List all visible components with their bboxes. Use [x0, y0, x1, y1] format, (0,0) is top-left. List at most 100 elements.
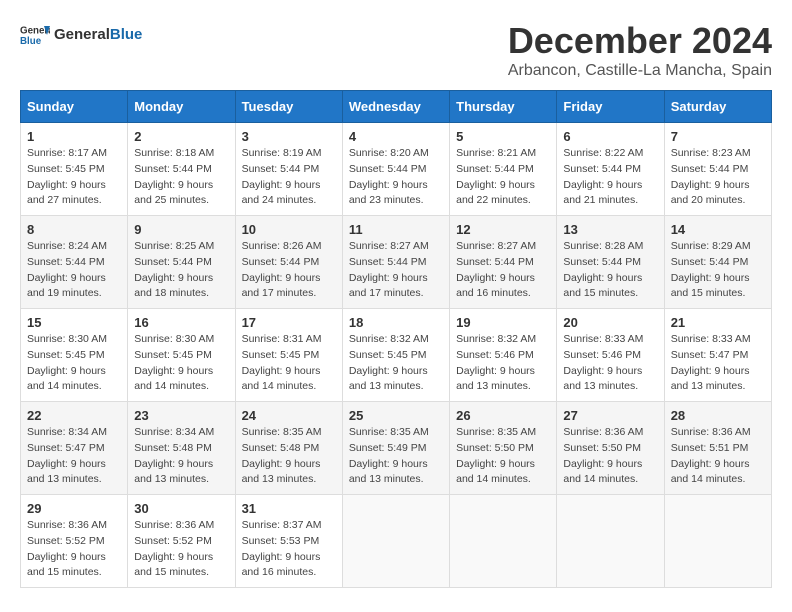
day-number: 26: [456, 408, 550, 423]
calendar-cell: 13 Sunrise: 8:28 AM Sunset: 5:44 PM Dayl…: [557, 216, 664, 309]
day-number: 20: [563, 315, 657, 330]
day-info: Sunrise: 8:34 AM Sunset: 5:47 PM Dayligh…: [27, 425, 121, 488]
day-number: 3: [242, 129, 336, 144]
day-info: Sunrise: 8:36 AM Sunset: 5:52 PM Dayligh…: [134, 518, 228, 581]
day-info: Sunrise: 8:36 AM Sunset: 5:50 PM Dayligh…: [563, 425, 657, 488]
calendar-cell: 24 Sunrise: 8:35 AM Sunset: 5:48 PM Dayl…: [235, 402, 342, 495]
calendar-cell: [664, 495, 771, 588]
day-number: 19: [456, 315, 550, 330]
day-number: 16: [134, 315, 228, 330]
day-info: Sunrise: 8:17 AM Sunset: 5:45 PM Dayligh…: [27, 146, 121, 209]
week-row-3: 15 Sunrise: 8:30 AM Sunset: 5:45 PM Dayl…: [21, 309, 772, 402]
svg-text:Blue: Blue: [20, 36, 42, 47]
calendar-cell: [342, 495, 449, 588]
day-number: 24: [242, 408, 336, 423]
day-info: Sunrise: 8:34 AM Sunset: 5:48 PM Dayligh…: [134, 425, 228, 488]
calendar-cell: 9 Sunrise: 8:25 AM Sunset: 5:44 PM Dayli…: [128, 216, 235, 309]
logo-general: General: [54, 26, 110, 43]
day-info: Sunrise: 8:29 AM Sunset: 5:44 PM Dayligh…: [671, 239, 765, 302]
day-number: 7: [671, 129, 765, 144]
day-info: Sunrise: 8:33 AM Sunset: 5:46 PM Dayligh…: [563, 332, 657, 395]
day-info: Sunrise: 8:19 AM Sunset: 5:44 PM Dayligh…: [242, 146, 336, 209]
day-info: Sunrise: 8:26 AM Sunset: 5:44 PM Dayligh…: [242, 239, 336, 302]
logo-blue: Blue: [110, 26, 143, 43]
weekday-header-thursday: Thursday: [450, 91, 557, 123]
calendar-cell: 12 Sunrise: 8:27 AM Sunset: 5:44 PM Dayl…: [450, 216, 557, 309]
day-number: 11: [349, 222, 443, 237]
day-number: 21: [671, 315, 765, 330]
day-number: 9: [134, 222, 228, 237]
calendar-cell: 6 Sunrise: 8:22 AM Sunset: 5:44 PM Dayli…: [557, 123, 664, 216]
weekday-header-saturday: Saturday: [664, 91, 771, 123]
calendar-cell: [557, 495, 664, 588]
day-info: Sunrise: 8:30 AM Sunset: 5:45 PM Dayligh…: [134, 332, 228, 395]
day-number: 5: [456, 129, 550, 144]
title-section: December 2024 Arbancon, Castille-La Manc…: [508, 20, 772, 80]
day-info: Sunrise: 8:35 AM Sunset: 5:49 PM Dayligh…: [349, 425, 443, 488]
day-info: Sunrise: 8:28 AM Sunset: 5:44 PM Dayligh…: [563, 239, 657, 302]
logo-icon: General Blue: [20, 20, 50, 50]
calendar-cell: 10 Sunrise: 8:26 AM Sunset: 5:44 PM Dayl…: [235, 216, 342, 309]
calendar-cell: [450, 495, 557, 588]
day-number: 12: [456, 222, 550, 237]
calendar-table: SundayMondayTuesdayWednesdayThursdayFrid…: [20, 90, 772, 588]
calendar-cell: 14 Sunrise: 8:29 AM Sunset: 5:44 PM Dayl…: [664, 216, 771, 309]
day-number: 22: [27, 408, 121, 423]
calendar-cell: 3 Sunrise: 8:19 AM Sunset: 5:44 PM Dayli…: [235, 123, 342, 216]
day-number: 27: [563, 408, 657, 423]
calendar-cell: 11 Sunrise: 8:27 AM Sunset: 5:44 PM Dayl…: [342, 216, 449, 309]
calendar-cell: 18 Sunrise: 8:32 AM Sunset: 5:45 PM Dayl…: [342, 309, 449, 402]
page-header: General Blue GeneralBlue December 2024 A…: [20, 20, 772, 80]
day-number: 31: [242, 501, 336, 516]
calendar-cell: 25 Sunrise: 8:35 AM Sunset: 5:49 PM Dayl…: [342, 402, 449, 495]
weekday-header-row: SundayMondayTuesdayWednesdayThursdayFrid…: [21, 91, 772, 123]
day-number: 6: [563, 129, 657, 144]
calendar-cell: 4 Sunrise: 8:20 AM Sunset: 5:44 PM Dayli…: [342, 123, 449, 216]
calendar-cell: 15 Sunrise: 8:30 AM Sunset: 5:45 PM Dayl…: [21, 309, 128, 402]
day-number: 23: [134, 408, 228, 423]
calendar-subtitle: Arbancon, Castille-La Mancha, Spain: [508, 62, 772, 80]
calendar-cell: 8 Sunrise: 8:24 AM Sunset: 5:44 PM Dayli…: [21, 216, 128, 309]
calendar-cell: 31 Sunrise: 8:37 AM Sunset: 5:53 PM Dayl…: [235, 495, 342, 588]
day-info: Sunrise: 8:20 AM Sunset: 5:44 PM Dayligh…: [349, 146, 443, 209]
day-number: 30: [134, 501, 228, 516]
calendar-cell: 30 Sunrise: 8:36 AM Sunset: 5:52 PM Dayl…: [128, 495, 235, 588]
week-row-5: 29 Sunrise: 8:36 AM Sunset: 5:52 PM Dayl…: [21, 495, 772, 588]
calendar-cell: 17 Sunrise: 8:31 AM Sunset: 5:45 PM Dayl…: [235, 309, 342, 402]
day-info: Sunrise: 8:27 AM Sunset: 5:44 PM Dayligh…: [349, 239, 443, 302]
weekday-header-friday: Friday: [557, 91, 664, 123]
calendar-cell: 20 Sunrise: 8:33 AM Sunset: 5:46 PM Dayl…: [557, 309, 664, 402]
day-info: Sunrise: 8:36 AM Sunset: 5:52 PM Dayligh…: [27, 518, 121, 581]
day-number: 29: [27, 501, 121, 516]
weekday-header-monday: Monday: [128, 91, 235, 123]
day-info: Sunrise: 8:21 AM Sunset: 5:44 PM Dayligh…: [456, 146, 550, 209]
calendar-cell: 19 Sunrise: 8:32 AM Sunset: 5:46 PM Dayl…: [450, 309, 557, 402]
calendar-cell: 23 Sunrise: 8:34 AM Sunset: 5:48 PM Dayl…: [128, 402, 235, 495]
day-number: 8: [27, 222, 121, 237]
day-number: 18: [349, 315, 443, 330]
calendar-cell: 1 Sunrise: 8:17 AM Sunset: 5:45 PM Dayli…: [21, 123, 128, 216]
day-info: Sunrise: 8:35 AM Sunset: 5:50 PM Dayligh…: [456, 425, 550, 488]
day-number: 28: [671, 408, 765, 423]
weekday-header-sunday: Sunday: [21, 91, 128, 123]
day-info: Sunrise: 8:25 AM Sunset: 5:44 PM Dayligh…: [134, 239, 228, 302]
day-info: Sunrise: 8:31 AM Sunset: 5:45 PM Dayligh…: [242, 332, 336, 395]
calendar-cell: 26 Sunrise: 8:35 AM Sunset: 5:50 PM Dayl…: [450, 402, 557, 495]
day-number: 10: [242, 222, 336, 237]
day-info: Sunrise: 8:30 AM Sunset: 5:45 PM Dayligh…: [27, 332, 121, 395]
calendar-cell: 5 Sunrise: 8:21 AM Sunset: 5:44 PM Dayli…: [450, 123, 557, 216]
day-info: Sunrise: 8:32 AM Sunset: 5:45 PM Dayligh…: [349, 332, 443, 395]
calendar-cell: 16 Sunrise: 8:30 AM Sunset: 5:45 PM Dayl…: [128, 309, 235, 402]
day-info: Sunrise: 8:23 AM Sunset: 5:44 PM Dayligh…: [671, 146, 765, 209]
day-info: Sunrise: 8:24 AM Sunset: 5:44 PM Dayligh…: [27, 239, 121, 302]
calendar-cell: 28 Sunrise: 8:36 AM Sunset: 5:51 PM Dayl…: [664, 402, 771, 495]
day-number: 15: [27, 315, 121, 330]
day-info: Sunrise: 8:33 AM Sunset: 5:47 PM Dayligh…: [671, 332, 765, 395]
day-number: 2: [134, 129, 228, 144]
weekday-header-tuesday: Tuesday: [235, 91, 342, 123]
day-info: Sunrise: 8:36 AM Sunset: 5:51 PM Dayligh…: [671, 425, 765, 488]
calendar-title: December 2024: [508, 20, 772, 62]
day-number: 25: [349, 408, 443, 423]
day-info: Sunrise: 8:32 AM Sunset: 5:46 PM Dayligh…: [456, 332, 550, 395]
day-number: 13: [563, 222, 657, 237]
